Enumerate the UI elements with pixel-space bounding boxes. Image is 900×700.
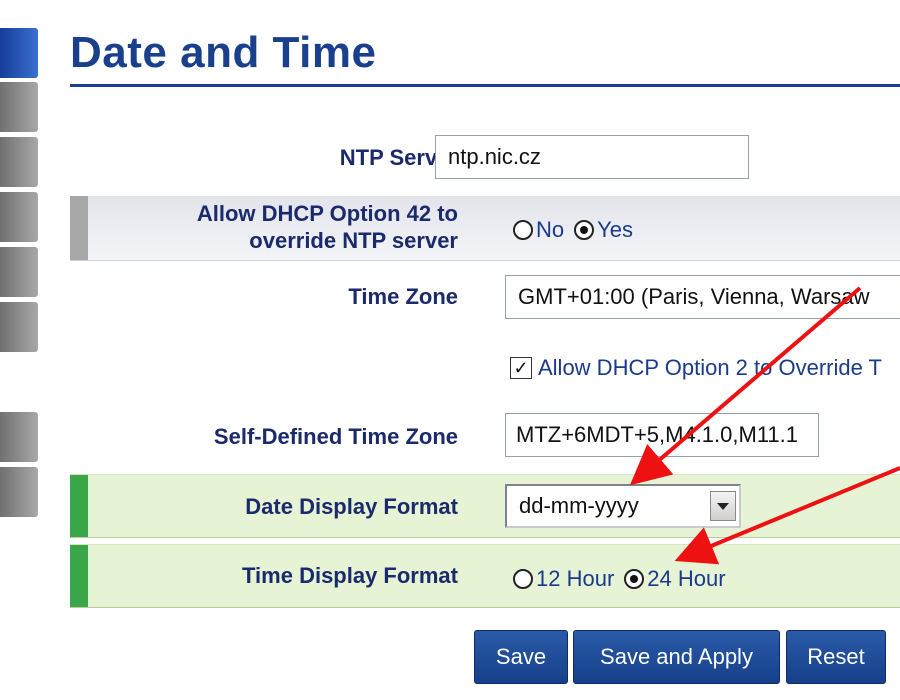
row-marker [70, 545, 88, 607]
sidebar-tab[interactable] [0, 192, 38, 242]
radio-button[interactable] [513, 220, 533, 240]
radio-label: No [536, 217, 565, 242]
dhcp-option-42-radio-group: No Yes [513, 217, 643, 243]
date-display-format-row [70, 474, 900, 538]
time-display-format-row [70, 544, 900, 608]
dhcp-option-42-no[interactable]: No [513, 217, 564, 243]
row-marker [70, 475, 88, 537]
self-defined-tz-label: Self-Defined Time Zone [213, 424, 458, 449]
save-and-apply-button[interactable]: Save and Apply [573, 630, 780, 684]
sidebar-tab-active[interactable] [0, 28, 38, 78]
sidebar [0, 0, 38, 700]
sidebar-tab[interactable] [0, 467, 38, 517]
sidebar-tab[interactable] [0, 412, 38, 462]
page-title: Date and Time [70, 28, 377, 77]
radio-button[interactable] [624, 569, 645, 589]
radio-label: 12 Hour [536, 566, 615, 591]
self-defined-tz-input[interactable]: MTZ+6MDT+5,M4.1.0,M11.1 [505, 413, 819, 457]
dhcp-option-2-label: Allow DHCP Option 2 to Override T [538, 355, 882, 380]
radio-button[interactable] [513, 569, 533, 589]
sidebar-tab[interactable] [0, 247, 38, 297]
sidebar-tab[interactable] [0, 302, 38, 352]
dhcp-option-42-yes[interactable]: Yes [574, 217, 633, 243]
chevron-down-icon[interactable] [710, 491, 736, 521]
dhcp-option-2-checkbox-row[interactable]: ✓ Allow DHCP Option 2 to Override T [510, 355, 882, 381]
title-divider [70, 84, 900, 87]
radio-label: Yes [597, 217, 634, 242]
select-value: dd-mm-yyyy [519, 493, 639, 518]
row-marker [70, 196, 88, 260]
checkbox[interactable]: ✓ [510, 357, 532, 379]
time-display-format-label: Time Display Format [242, 563, 458, 588]
dhcp-option-42-row [70, 196, 900, 261]
time-format-12-hour[interactable]: 12 Hour [513, 566, 614, 592]
dhcp-option-42-label-line1: Allow DHCP Option 42 to [196, 201, 458, 226]
time-format-24-hour[interactable]: 24 Hour [624, 566, 726, 592]
date-display-format-label: Date Display Format [245, 494, 458, 519]
ntp-server-input[interactable]: ntp.nic.cz [435, 135, 749, 179]
dhcp-option-42-label-line2: override NTP server [249, 228, 458, 253]
radio-label: 24 Hour [647, 566, 726, 591]
radio-button[interactable] [574, 220, 595, 240]
reset-button[interactable]: Reset [786, 630, 886, 684]
save-button[interactable]: Save [474, 630, 568, 684]
sidebar-tab[interactable] [0, 82, 38, 132]
time-format-radio-group: 12 Hour 24 Hour [513, 566, 736, 592]
date-format-select[interactable]: dd-mm-yyyy [505, 484, 741, 528]
time-zone-select[interactable]: GMT+01:00 (Paris, Vienna, Warsaw [505, 275, 900, 319]
time-zone-label: Time Zone [348, 284, 458, 309]
sidebar-tab[interactable] [0, 137, 38, 187]
